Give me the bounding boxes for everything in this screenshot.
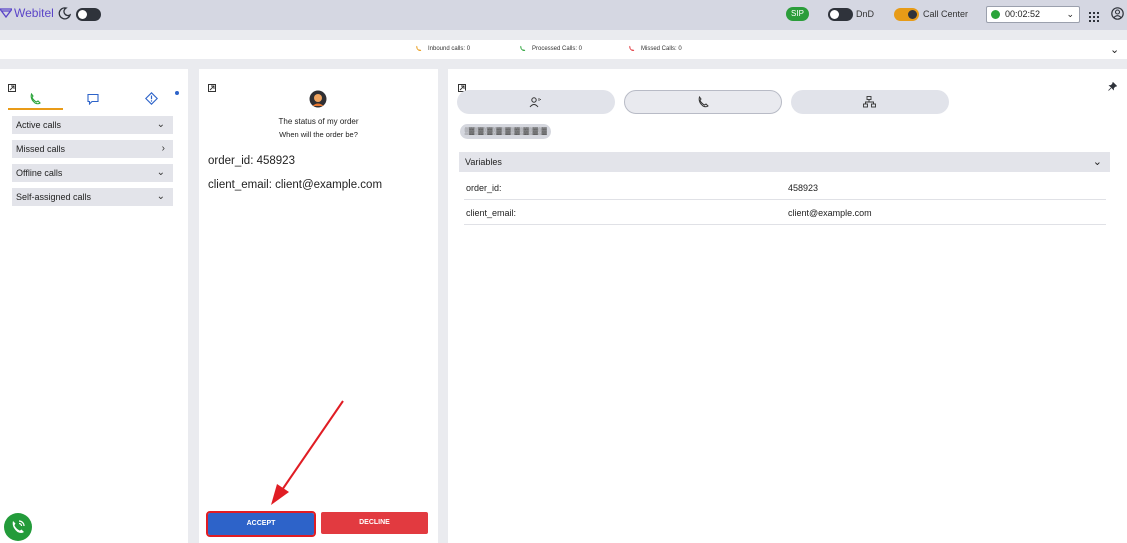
variable-key: order_id: (208, 155, 254, 167)
missed-calls-stat: Missed Calls: 0 (628, 45, 682, 52)
variable-row: client_email: client@example.com (464, 201, 1106, 225)
call-variable-client-email: client_email: client@example.com (208, 179, 382, 191)
variable-value: 458923 (256, 155, 295, 167)
chevron-right-icon: › (161, 143, 165, 154)
inbound-call-icon (416, 45, 422, 51)
inbound-calls-stat: Inbound calls: 0 (415, 45, 470, 52)
webitel-logo: Webitel (0, 6, 54, 20)
chevron-down-icon: ⌄ (156, 119, 165, 130)
call-center-label: Call Center (923, 9, 969, 19)
webitel-mark-icon (0, 8, 12, 18)
processed-calls-stat: Processed Calls: 0 (519, 45, 582, 52)
accordion-label: Active calls (16, 120, 62, 130)
collapse-panel-icon[interactable] (208, 79, 216, 97)
night-mode-icon (58, 7, 72, 25)
phone-icon (30, 92, 41, 105)
accordion-missed-calls[interactable]: Missed calls › (12, 140, 173, 158)
variables-title: Variables (465, 157, 502, 167)
client-info-icon (529, 97, 541, 108)
variables-accordion-header[interactable]: Variables ⌄ (459, 152, 1110, 172)
accordion-offline-calls[interactable]: Offline calls ⌄ (12, 164, 173, 182)
tab-flow[interactable] (791, 90, 949, 114)
variable-value: 458923 (788, 183, 819, 193)
theme-toggle[interactable] (76, 8, 101, 21)
notification-dot (175, 91, 179, 95)
agent-status-select[interactable]: 00:02:52 ⌄ (986, 6, 1080, 23)
inbound-calls-label: Inbound calls: 0 (428, 45, 471, 52)
chevron-down-icon: ⌄ (1066, 9, 1074, 19)
apps-grid-icon[interactable] (1089, 9, 1099, 27)
collapse-panel-icon[interactable] (8, 79, 16, 97)
processed-calls-label: Processed Calls: 0 (532, 45, 583, 52)
call-stats-bar: Inbound calls: 0 Processed Calls: 0 Miss… (0, 40, 1127, 59)
processed-call-icon (520, 45, 526, 51)
flow-icon (863, 96, 876, 108)
accordion-self-assigned-calls[interactable]: Self-assigned calls ⌄ (12, 188, 173, 206)
incoming-call-panel: The status of my order When will the ord… (199, 69, 438, 543)
chat-icon (87, 93, 99, 106)
accordion-label: Offline calls (16, 168, 63, 178)
accept-call-button[interactable]: ACCEPT (206, 511, 316, 537)
tab-client-info[interactable] (457, 90, 615, 114)
missed-call-icon (629, 45, 635, 51)
accordion-active-calls[interactable]: Active calls ⌄ (12, 116, 173, 134)
call-variable-order-id: order_id: 458923 (208, 155, 295, 167)
call-details-panel: ▒▓▒▓▒▓▒▓▒▓▒▓▒▓▒▓▒▓ Variables ⌄ order_id:… (448, 69, 1127, 543)
call-subtitle: When will the order be? (279, 130, 358, 139)
alert-icon (145, 92, 158, 105)
tab-call-info[interactable] (624, 90, 782, 114)
variable-value: client@example.com (275, 179, 383, 191)
variable-key: order_id: (466, 183, 502, 193)
pin-icon[interactable] (1108, 78, 1118, 96)
variable-row: order_id: 458923 (464, 176, 1106, 200)
call-list-panel: Active calls ⌄ Missed calls › Offline ca… (0, 69, 188, 543)
dnd-toggle[interactable] (828, 8, 853, 21)
phone-ringing-icon (12, 520, 25, 533)
tab-chats[interactable] (87, 92, 99, 110)
accordion-label: Missed calls (16, 144, 66, 154)
chevron-down-icon: ⌄ (1092, 156, 1102, 168)
chevron-down-icon: ⌄ (156, 167, 165, 178)
variable-key: client_email: (466, 208, 517, 218)
chevron-down-icon[interactable]: ⌄ (1110, 43, 1119, 56)
accordion-label: Self-assigned calls (16, 192, 92, 202)
status-timer: 00:02:52 (1005, 9, 1041, 19)
call-center-toggle[interactable] (894, 8, 919, 21)
active-tab-indicator (8, 108, 63, 110)
missed-calls-label: Missed Calls: 0 (641, 45, 682, 52)
chevron-down-icon: ⌄ (156, 191, 165, 202)
user-profile-icon[interactable] (1111, 7, 1124, 25)
phone-icon (698, 96, 709, 108)
tab-alerts[interactable] (145, 92, 158, 110)
dnd-label: DnD (856, 9, 875, 19)
top-bar: Webitel SIP DnD Call Center 00:02:52 ⌄ (0, 0, 1127, 30)
logo-text: Webitel (14, 6, 54, 20)
call-title: The status of my order (278, 117, 359, 126)
sip-status-badge: SIP (786, 7, 809, 21)
variable-key: client_email: (208, 179, 272, 191)
blurred-tag: ▒▓▒▓▒▓▒▓▒▓▒▓▒▓▒▓▒▓ (460, 124, 551, 139)
decline-call-button[interactable]: DECLINE (321, 512, 428, 534)
avatar-icon (309, 90, 327, 108)
softphone-button[interactable] (4, 513, 32, 541)
caller-avatar (309, 90, 327, 113)
online-status-dot (991, 10, 1000, 19)
variable-value: client@example.com (788, 208, 872, 218)
